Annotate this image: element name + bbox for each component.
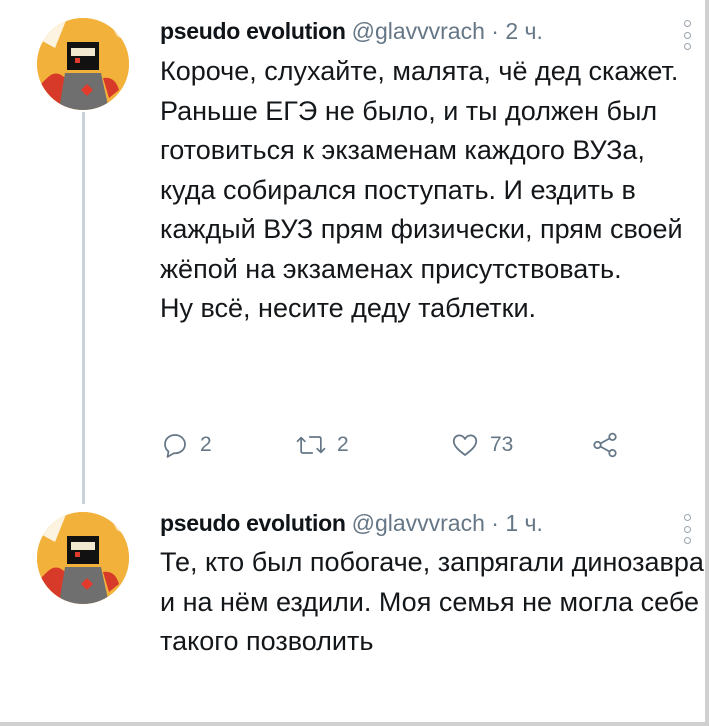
more-icon[interactable]: [681, 20, 693, 50]
separator: ·: [491, 510, 499, 536]
tweet[interactable]: pseudo evolution @glavvvrach · 1 ч. Те, к…: [0, 490, 705, 722]
more-icon[interactable]: [681, 514, 693, 544]
timestamp[interactable]: 2 ч.: [505, 18, 543, 44]
tweet-paragraph: Раньше ЕГЭ не было, и ты должен был гото…: [160, 95, 683, 284]
reply-icon: [164, 434, 186, 458]
reply-button[interactable]: 2: [160, 425, 212, 465]
retweet-icon: [296, 436, 326, 454]
tweet-paragraph: Ну всё, несите деду таблетки.: [160, 293, 537, 323]
like-button[interactable]: 73: [450, 425, 513, 465]
author-handle[interactable]: @glavvvrach: [352, 18, 485, 44]
reply-count: 2: [200, 433, 212, 456]
retweet-count: 2: [337, 433, 349, 456]
tweet[interactable]: pseudo evolution @glavvvrach · 2 ч. Короч…: [0, 0, 705, 504]
like-icon: [452, 434, 478, 456]
tweet-paragraph: Те, кто был побогаче, запрягали динозавр…: [160, 547, 704, 656]
avatar-image: [37, 18, 129, 110]
tweet-header: pseudo evolution @glavvvrach · 1 ч.: [160, 505, 543, 541]
author-name[interactable]: pseudo evolution: [160, 510, 346, 536]
tweet-paragraph: Короче, слухайте, малята, чё дед скажет.: [160, 56, 679, 86]
separator: ·: [491, 18, 499, 44]
timeline: pseudo evolution @glavvvrach · 2 ч. Короч…: [0, 0, 709, 726]
thread-line: [82, 112, 85, 504]
avatar[interactable]: [37, 512, 129, 604]
like-count: 73: [490, 433, 514, 456]
tweet-text: Короче, слухайте, малята, чё дед скажет.…: [160, 52, 705, 329]
share-button[interactable]: [590, 425, 630, 465]
avatar-image: [37, 512, 129, 604]
avatar[interactable]: [37, 18, 129, 110]
timestamp[interactable]: 1 ч.: [505, 510, 543, 536]
tweet-actions: 2 2 73: [160, 425, 640, 465]
author-handle[interactable]: @glavvvrach: [352, 510, 485, 536]
tweet-text: Те, кто был побогаче, запрягали динозавр…: [160, 543, 705, 662]
author-name[interactable]: pseudo evolution: [160, 18, 346, 44]
share-icon: [593, 432, 617, 458]
tweet-header: pseudo evolution @glavvvrach · 2 ч.: [160, 13, 543, 49]
retweet-button[interactable]: 2: [295, 425, 349, 465]
